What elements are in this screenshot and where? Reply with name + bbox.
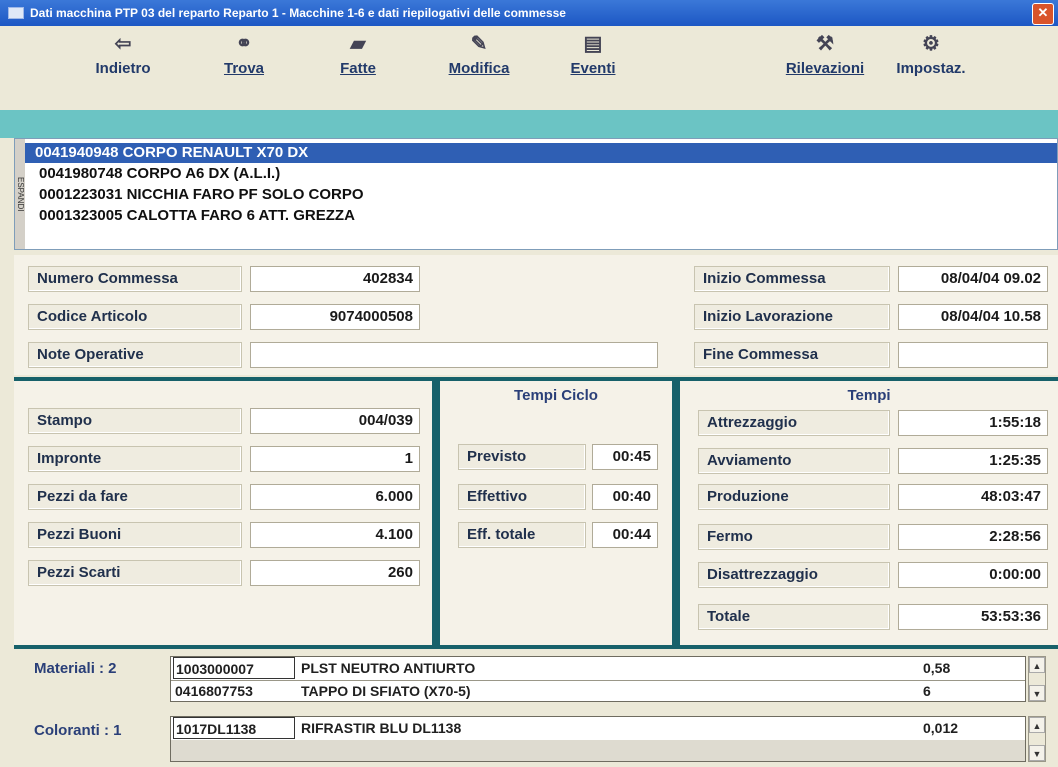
scroll-down-icon[interactable]: ▼ — [1029, 745, 1045, 761]
cycle-times-title: Tempi Ciclo — [514, 387, 598, 404]
cycle-times-panel — [440, 381, 672, 645]
list-item[interactable]: 0001223031 NICCHIA FARO PF SOLO CORPO — [29, 185, 1057, 205]
find-button[interactable]: ⚭ Trova — [212, 32, 276, 77]
inizio-commessa-field[interactable]: 08/04/04 09.02 — [898, 266, 1048, 292]
colorants-scrollbar[interactable]: ▲ ▼ — [1028, 716, 1046, 762]
colorants-list[interactable]: 1017DL1138 RIFRASTIR BLU DL1138 0,012 — [170, 716, 1026, 762]
document-icon: ▤ — [583, 33, 603, 55]
inizio-commessa-label: Inizio Commessa — [694, 266, 890, 292]
settings-button[interactable]: ⚙ Impostaz. — [882, 32, 980, 77]
vertical-divider — [432, 377, 440, 647]
binoculars-icon: ⚭ — [235, 33, 253, 55]
done-button[interactable]: ▰ Fatte — [326, 32, 390, 77]
impronte-field[interactable]: 1 — [250, 446, 420, 472]
codice-articolo-field[interactable]: 9074000508 — [250, 304, 420, 330]
note-operative-label: Note Operative — [28, 342, 242, 368]
close-icon[interactable]: ✕ — [1032, 3, 1054, 25]
colorant-code: 1017DL1138 — [173, 717, 295, 739]
disattrezzaggio-field[interactable]: 0:00:00 — [898, 562, 1048, 588]
events-button[interactable]: ▤ Eventi — [558, 32, 628, 77]
tools-icon: ⚒ — [816, 33, 834, 55]
avviamento-field[interactable]: 1:25:35 — [898, 448, 1048, 474]
back-button[interactable]: ⇦ Indietro — [88, 32, 158, 77]
material-qty: 6 — [923, 683, 931, 699]
horizontal-divider — [14, 645, 1058, 649]
previsto-field[interactable]: 00:45 — [592, 444, 658, 470]
eff-totale-label: Eff. totale — [458, 522, 586, 548]
scroll-up-icon[interactable]: ▲ — [1029, 717, 1045, 733]
settings-icon: ⚙ — [922, 33, 940, 55]
inizio-lavorazione-label: Inizio Lavorazione — [694, 304, 890, 330]
produzione-field[interactable]: 48:03:47 — [898, 484, 1048, 510]
eff-totale-field[interactable]: 00:44 — [592, 522, 658, 548]
effettivo-field[interactable]: 00:40 — [592, 484, 658, 510]
fine-commessa-label: Fine Commessa — [694, 342, 890, 368]
folder-icon: ▰ — [350, 33, 366, 55]
attrezzaggio-field[interactable]: 1:55:18 — [898, 410, 1048, 436]
material-code: 0416807753 — [175, 683, 253, 699]
row-divider — [171, 680, 1025, 681]
section-divider — [0, 110, 1058, 138]
pezzi-scarti-field[interactable]: 260 — [250, 560, 420, 586]
arrow-left-icon: ⇦ — [114, 33, 132, 55]
toolbar: ⇦ Indietro ⚭ Trova ▰ Fatte ✎ Modifica ▤ … — [0, 26, 1058, 110]
edit-icon: ✎ — [470, 33, 488, 55]
effettivo-label: Effettivo — [458, 484, 586, 510]
stampo-label: Stampo — [28, 408, 242, 434]
fermo-field[interactable]: 2:28:56 — [898, 524, 1048, 550]
codice-articolo-label: Codice Articolo — [28, 304, 242, 330]
numero-commessa-label: Numero Commessa — [28, 266, 242, 292]
totale-label: Totale — [698, 604, 890, 630]
material-name: TAPPO DI SFIATO (X70-5) — [301, 683, 471, 699]
pezzi-buoni-field[interactable]: 4.100 — [250, 522, 420, 548]
note-operative-field[interactable] — [250, 342, 658, 368]
material-code: 1003000007 — [173, 657, 295, 679]
window-title: Dati macchina PTP 03 del reparto Reparto… — [30, 6, 566, 20]
surveys-button[interactable]: ⚒ Rilevazioni — [770, 32, 880, 77]
materials-scrollbar[interactable]: ▲ ▼ — [1028, 656, 1046, 702]
pezzi-da-fare-field[interactable]: 6.000 — [250, 484, 420, 510]
title-bar: Dati macchina PTP 03 del reparto Reparto… — [0, 0, 1058, 26]
fermo-label: Fermo — [698, 524, 890, 550]
scroll-up-icon[interactable]: ▲ — [1029, 657, 1045, 673]
colorant-qty: 0,012 — [923, 720, 959, 736]
pezzi-scarti-label: Pezzi Scarti — [28, 560, 242, 586]
pezzi-buoni-label: Pezzi Buoni — [28, 522, 242, 548]
fine-commessa-field[interactable] — [898, 342, 1048, 368]
window-icon — [8, 7, 24, 19]
inizio-lavorazione-field[interactable]: 08/04/04 10.58 — [898, 304, 1048, 330]
colorant-name: RIFRASTIR BLU DL1138 — [301, 720, 462, 736]
list-item[interactable]: 0041980748 CORPO A6 DX (A.L.I.) — [29, 164, 1057, 184]
materials-list[interactable]: 1003000007 PLST NEUTRO ANTIURTO 0,58 041… — [170, 656, 1026, 702]
colorants-label: Coloranti : 1 — [34, 722, 122, 739]
numero-commessa-field[interactable]: 402834 — [250, 266, 420, 292]
orders-list[interactable]: ESPANDI 0041940948 CORPO RENAULT X70 DX … — [14, 138, 1058, 250]
attrezzaggio-label: Attrezzaggio — [698, 410, 890, 436]
list-item[interactable]: 0041940948 CORPO RENAULT X70 DX — [25, 143, 1057, 163]
impronte-label: Impronte — [28, 446, 242, 472]
avviamento-label: Avviamento — [698, 448, 890, 474]
stampo-field[interactable]: 004/039 — [250, 408, 420, 434]
totale-field[interactable]: 53:53:36 — [898, 604, 1048, 630]
list-item[interactable]: 0001323005 CALOTTA FARO 6 ATT. GREZZA — [29, 206, 1057, 226]
scroll-down-icon[interactable]: ▼ — [1029, 685, 1045, 701]
materials-label: Materiali : 2 — [34, 660, 117, 677]
expand-tab[interactable]: ESPANDI — [15, 139, 25, 249]
previsto-label: Previsto — [458, 444, 586, 470]
material-qty: 0,58 — [923, 660, 951, 676]
edit-button[interactable]: ✎ Modifica — [434, 32, 524, 77]
produzione-label: Produzione — [698, 484, 890, 510]
material-name: PLST NEUTRO ANTIURTO — [301, 660, 476, 676]
pezzi-da-fare-label: Pezzi da fare — [28, 484, 242, 510]
times-title: Tempi — [847, 387, 891, 404]
empty-row — [171, 740, 1025, 761]
disattrezzaggio-label: Disattrezzaggio — [698, 562, 890, 588]
vertical-divider — [672, 377, 680, 647]
